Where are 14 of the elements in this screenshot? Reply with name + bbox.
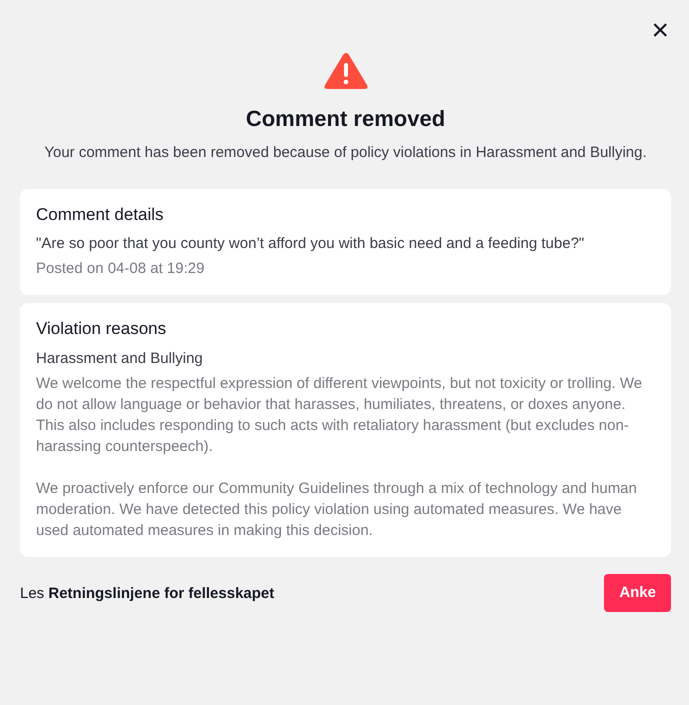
subtitle-text: Your comment has been removed because of policy violations in Harassment and Bullying. <box>44 143 647 163</box>
violation-category: Harassment and Bullying <box>36 348 204 369</box>
dialog-title: Comment removed <box>246 106 446 132</box>
violation-paragraph: We proactively enforce our Community Guidelines through a mix of technology and human moderation. We have detected this policy violation using automated measures. We have used automated measures in making this decision. <box>36 478 638 541</box>
appeal-button[interactable]: Anke <box>604 574 671 612</box>
violation-paragraph: We welcome the respectful expression of different viewpoints, but not toxicity or trolling. We do not allow language or behavior that harasses, humiliates, threatens, or doxes anyone. This also includes responding to such acts with retaliatory harassment (but excludes non-harassing counterspeech). <box>36 374 644 457</box>
posted-date: Posted on 04-08 at 19:29 <box>36 259 206 280</box>
comment-text: "Are so poor that you county won’t afford you with basic need and a feeding tube?" <box>36 234 586 254</box>
footer-text: Les Retningslinjene for fellesskapet <box>20 584 274 604</box>
guidelines-link[interactable]: Retningslinjene for fellesskapet <box>48 584 274 602</box>
close-button[interactable]: × <box>649 18 671 44</box>
warning-icon <box>324 52 368 90</box>
card-heading: Violation reasons <box>36 319 168 340</box>
card-heading: Comment details <box>36 205 165 226</box>
